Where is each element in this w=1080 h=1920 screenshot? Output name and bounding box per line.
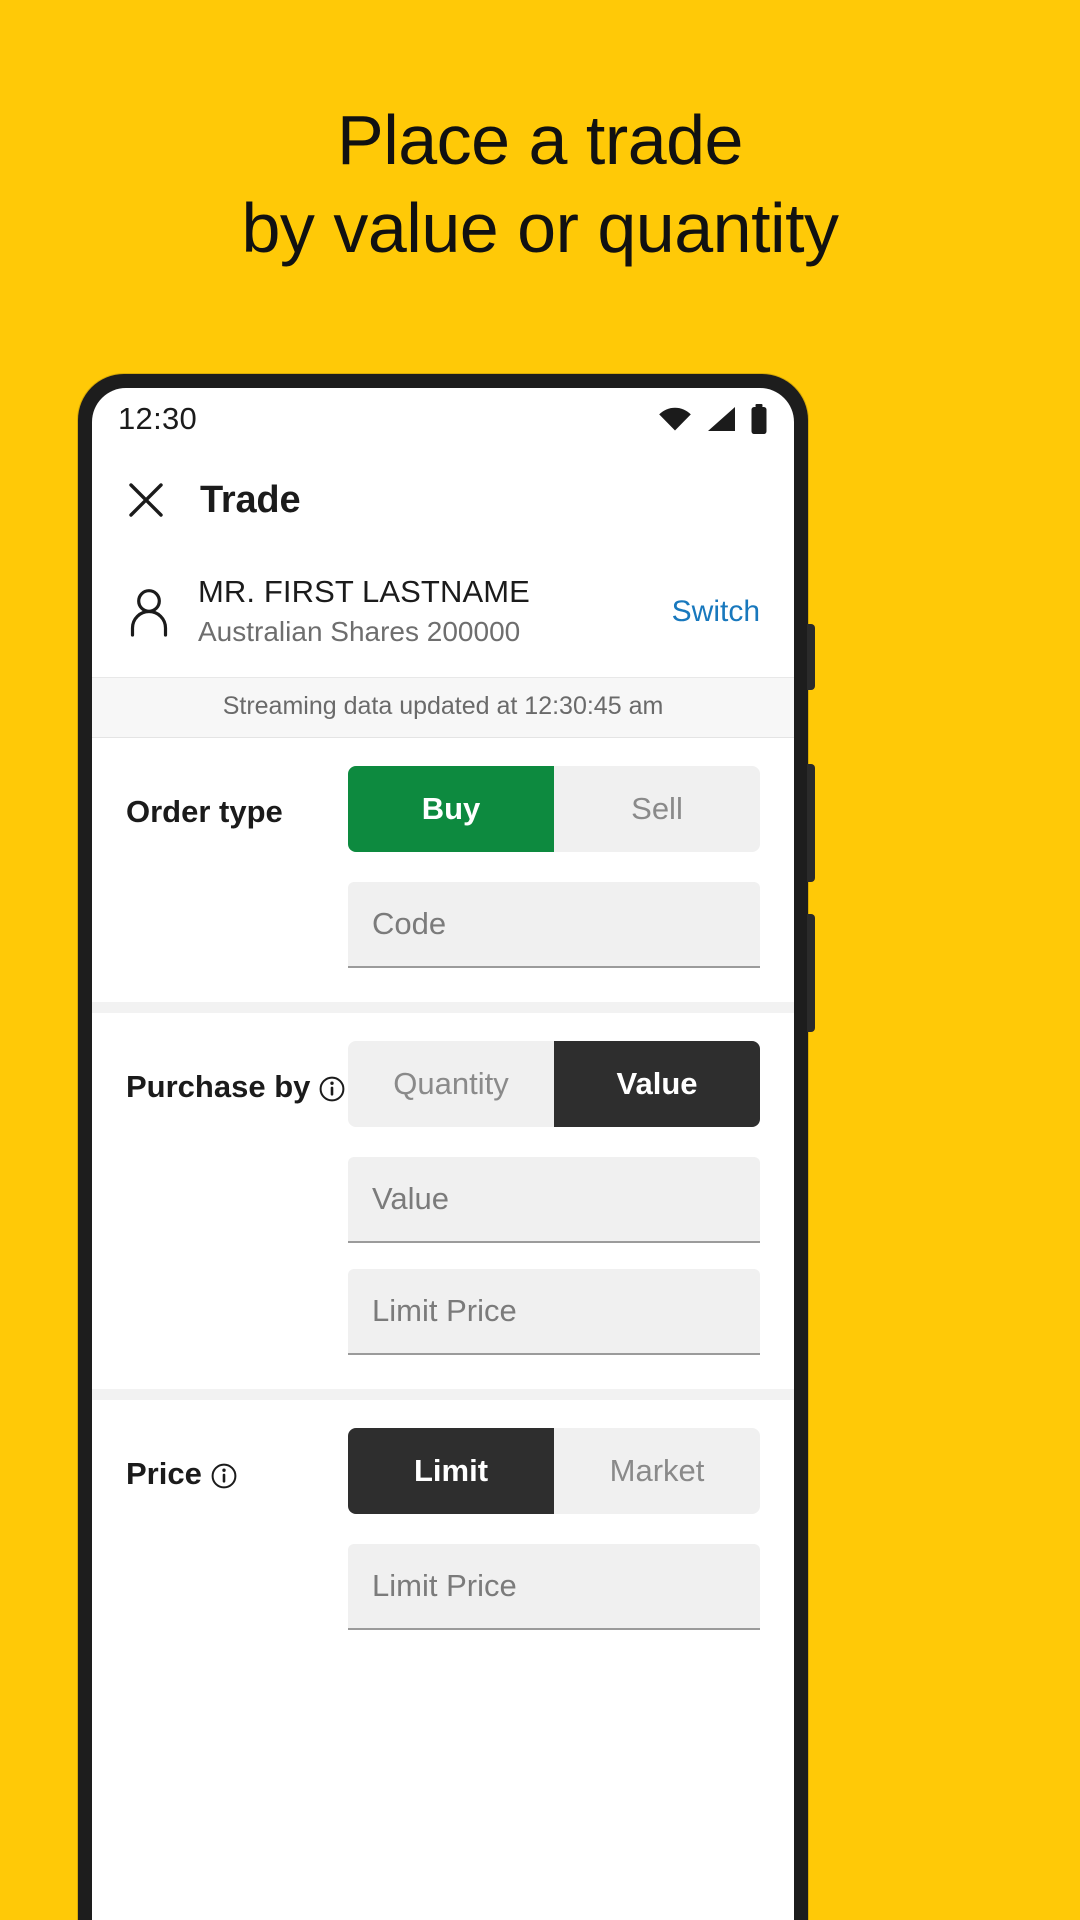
purchase-by-quantity-button[interactable]: Quantity	[348, 1041, 554, 1127]
purchase-by-label: Purchase by	[126, 1069, 311, 1104]
price-row: Price Limit Market	[126, 1428, 760, 1514]
value-input-placeholder: Value	[372, 1181, 449, 1216]
purchase-by-segmented-control: Quantity Value	[348, 1041, 760, 1127]
headline-line-2: by value or quantity	[241, 189, 839, 267]
value-input[interactable]: Value	[348, 1157, 760, 1243]
phone-side-button-bottom	[807, 914, 815, 1032]
price-limit-price-input[interactable]: Limit Price	[348, 1544, 760, 1630]
price-limit-price-placeholder: Limit Price	[372, 1568, 517, 1603]
close-icon[interactable]	[126, 480, 166, 520]
cellular-signal-icon	[705, 406, 737, 432]
phone-mockup: 12:30 Trade MR. FIRST LASTNAME Australia…	[78, 374, 815, 1920]
price-segmented-control: Limit Market	[348, 1428, 760, 1514]
purchase-by-row: Purchase by Quantity Value	[126, 1041, 760, 1127]
app-bar: Trade	[92, 450, 794, 550]
wifi-icon	[658, 406, 692, 432]
page-title: Trade	[200, 478, 301, 521]
promo-headline: Place a trade by value or quantity	[0, 96, 1080, 272]
status-bar-clock: 12:30	[118, 401, 198, 436]
price-section: Price Limit Market Limit Price	[92, 1400, 794, 1664]
account-name: MR. FIRST LASTNAME	[198, 574, 530, 609]
purchase-by-label-group: Purchase by	[126, 1041, 348, 1105]
purchase-by-section: Purchase by Quantity Value Value Limit P…	[92, 1013, 794, 1400]
price-label: Price	[126, 1456, 202, 1491]
order-type-label: Order type	[126, 794, 283, 829]
order-type-sell-button[interactable]: Sell	[554, 766, 760, 852]
purchase-by-value-button[interactable]: Value	[554, 1041, 760, 1127]
purchase-limit-price-placeholder: Limit Price	[372, 1293, 517, 1328]
battery-icon	[750, 404, 768, 434]
phone-side-button-mid	[807, 764, 815, 882]
phone-screen: 12:30 Trade MR. FIRST LASTNAME Australia…	[92, 388, 794, 1920]
account-row[interactable]: MR. FIRST LASTNAME Australian Shares 200…	[92, 550, 794, 678]
price-label-group: Price	[126, 1428, 348, 1492]
info-icon[interactable]	[211, 1461, 237, 1489]
account-text: MR. FIRST LASTNAME Australian Shares 200…	[198, 572, 634, 651]
headline-line-1: Place a trade	[337, 101, 743, 179]
purchase-limit-price-input[interactable]: Limit Price	[348, 1269, 760, 1355]
person-icon	[126, 587, 172, 637]
status-bar-icons	[658, 404, 768, 434]
account-subtitle: Australian Shares 200000	[198, 616, 521, 647]
price-limit-button[interactable]: Limit	[348, 1428, 554, 1514]
order-type-row: Order type Buy Sell	[126, 766, 760, 852]
order-type-buy-button[interactable]: Buy	[348, 766, 554, 852]
status-bar: 12:30	[92, 388, 794, 450]
code-input[interactable]: Code	[348, 882, 760, 968]
price-market-button[interactable]: Market	[554, 1428, 760, 1514]
order-type-section: Order type Buy Sell Code	[92, 738, 794, 1013]
info-icon[interactable]	[319, 1074, 345, 1102]
order-type-segmented-control: Buy Sell	[348, 766, 760, 852]
code-input-placeholder: Code	[372, 906, 447, 941]
streaming-status-banner: Streaming data updated at 12:30:45 am	[92, 678, 794, 738]
phone-side-button-top	[807, 624, 815, 690]
switch-account-link[interactable]: Switch	[660, 595, 760, 629]
order-type-label-group: Order type	[126, 766, 348, 830]
